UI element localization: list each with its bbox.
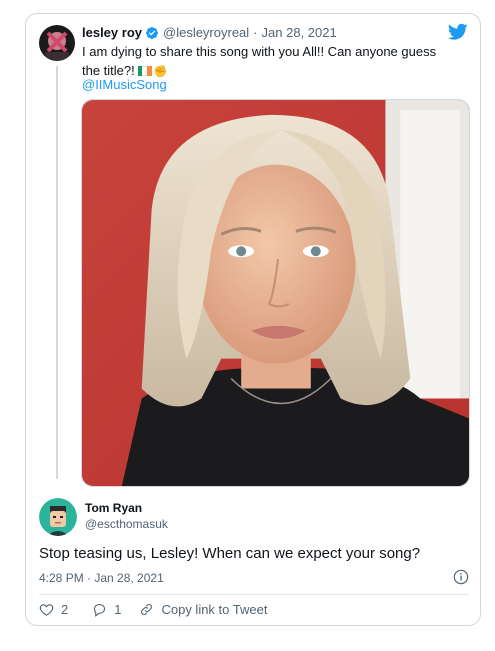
quoted-tweet-header: lesley roy @lesleyroyreal · Jan 28, 2021 [82, 24, 337, 41]
heart-icon [39, 604, 54, 616]
like-button[interactable]: 2 [39, 602, 68, 617]
info-icon[interactable] [453, 569, 469, 585]
reply-author-name[interactable]: Tom Ryan [85, 501, 142, 515]
tweet-photo[interactable] [81, 99, 470, 487]
quoted-tweet-body: I am dying to share this song with you A… [82, 44, 437, 78]
reply-author-handle[interactable]: @escthomasuk [85, 517, 168, 531]
portrait-photo-image [82, 100, 469, 486]
like-count: 2 [61, 602, 69, 617]
quoted-author-handle[interactable]: @lesleyroyreal [163, 24, 249, 41]
reply-button[interactable]: 1 [92, 602, 121, 617]
copy-link-button[interactable]: Copy link to Tweet [139, 602, 267, 617]
mention-link[interactable]: @IIMusicSong [82, 76, 167, 93]
quoted-author-name[interactable]: lesley roy [82, 24, 142, 41]
reply-timestamp[interactable]: 4:28 PM · Jan 28, 2021 [39, 571, 164, 585]
divider [39, 594, 469, 595]
quoted-author-avatar[interactable] [39, 25, 75, 61]
copy-link-label: Copy link to Tweet [161, 602, 268, 617]
quoted-tweet-date[interactable]: Jan 28, 2021 [262, 24, 337, 41]
reply-text: Stop teasing us, Lesley! When can we exp… [39, 545, 421, 562]
link-icon [141, 604, 153, 615]
ireland-flag-icon [137, 66, 152, 76]
verified-badge-icon [146, 26, 158, 39]
twitter-bird-icon[interactable] [448, 23, 468, 41]
action-bar: 2 1 Copy link to Tweet [39, 602, 267, 617]
reply-bubble-icon [94, 603, 106, 617]
header-separator: · [253, 25, 258, 40]
reply-author-avatar[interactable] [39, 498, 77, 536]
thread-connector-line [56, 66, 58, 479]
reply-count: 1 [114, 602, 122, 617]
tweet-embed-card: lesley roy @lesleyroyreal · Jan 28, 2021… [25, 13, 481, 626]
